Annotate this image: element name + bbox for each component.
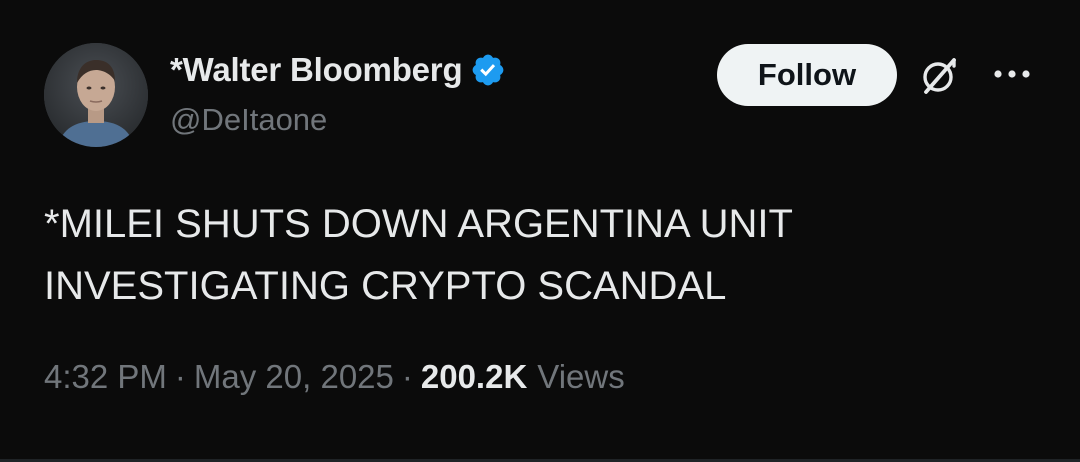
tweet-time[interactable]: 4:32 PM	[44, 358, 167, 396]
author-name-row: *Walter Bloomberg	[170, 50, 506, 90]
tweet-body: *MILEI SHUTS DOWN ARGENTINA UNIT INVESTI…	[44, 193, 1024, 317]
avatar[interactable]	[44, 43, 148, 147]
profile-photo-icon	[44, 43, 148, 147]
author-handle[interactable]: @DeItaone	[170, 102, 327, 138]
tweet-meta: 4:32 PM · May 20, 2025 · 200.2K Views	[44, 358, 625, 396]
meta-separator: ·	[174, 358, 186, 395]
tweet-text-line: INVESTIGATING CRYPTO SCANDAL	[44, 264, 727, 308]
meta-separator: ·	[401, 358, 413, 395]
verified-badge-icon	[470, 52, 506, 88]
more-options-icon[interactable]	[990, 62, 1034, 86]
views-count[interactable]: 200.2K	[421, 358, 527, 396]
author-display-name[interactable]: *Walter Bloomberg	[170, 51, 463, 89]
tweet-date[interactable]: May 20, 2025	[194, 358, 394, 396]
views-label: Views	[537, 358, 625, 395]
follow-button[interactable]: Follow	[717, 44, 897, 106]
tweet-card: *Walter Bloomberg @DeItaone Follow *MILE…	[0, 0, 1080, 462]
grok-icon[interactable]	[917, 54, 961, 98]
tweet-text-line: *MILEI SHUTS DOWN ARGENTINA UNIT	[44, 202, 793, 246]
